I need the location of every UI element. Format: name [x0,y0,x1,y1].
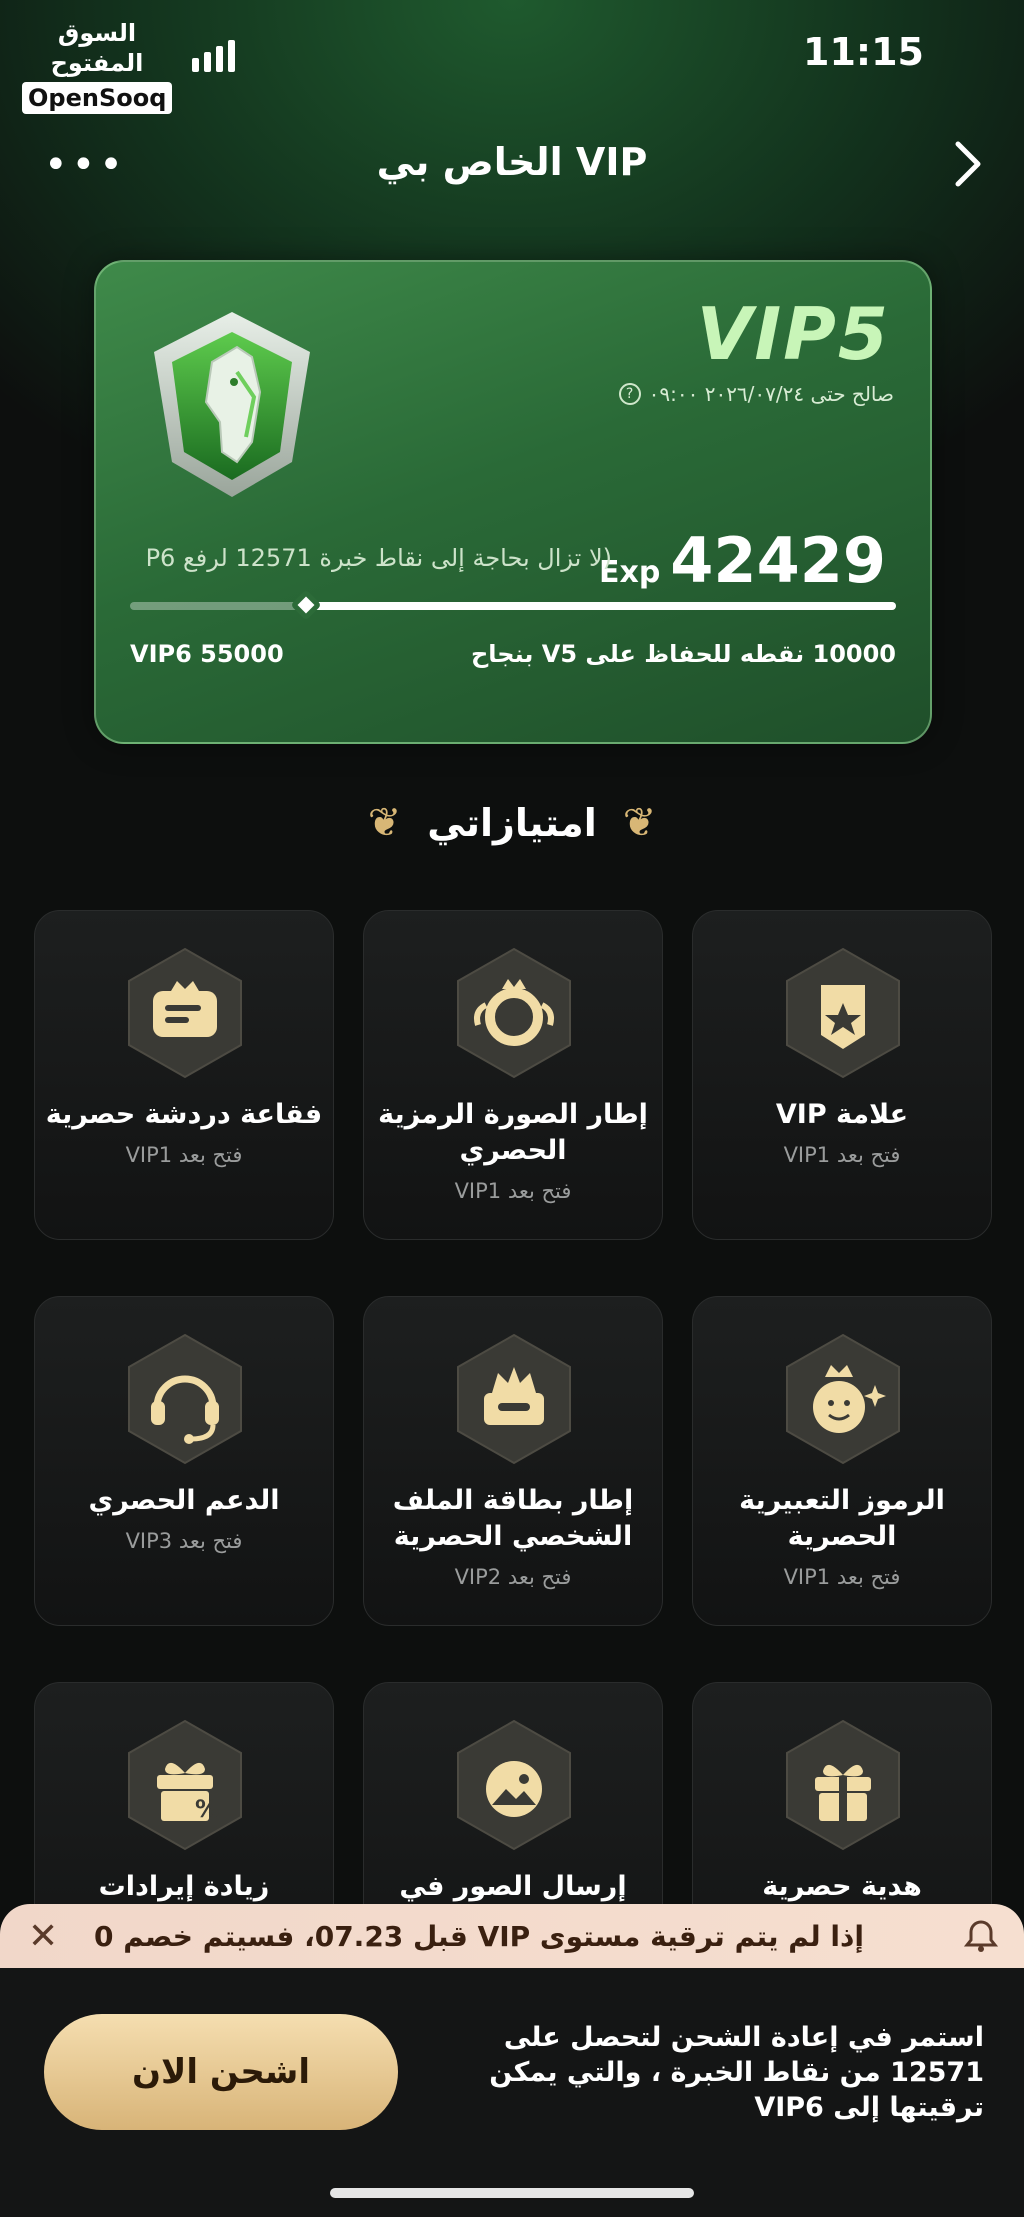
vip-level: VIP5 [696,292,890,376]
image-send-icon [457,1719,571,1851]
svg-text:%: % [195,1795,219,1823]
opensooq-watermark: السوق المفتوح OpenSooq [22,18,173,114]
progress-handle [290,589,322,621]
exp-row: Exp 42429 [599,524,886,597]
promo-banner: ✕ إذا لم يتم ترقية مستوى VIP قبل 07.23، … [0,1904,1024,1968]
promo-text: إذا لم يتم ترقية مستوى VIP قبل 07.23، فس… [93,1920,864,1953]
status-bar: السوق المفتوح OpenSooq 11:15 [0,0,1024,114]
exp-note: (لا تزال بحاجة إلى نقاط خبرة 12571 لرفع … [145,544,612,572]
gift-percent-icon: % [128,1719,242,1851]
privilege-unlock: فتح بعد VIP1 [454,1179,572,1203]
privilege-tile[interactable]: الرموز التعبيرية الحصرية فتح بعد VIP1 [692,1296,992,1626]
back-chevron-icon[interactable] [952,140,984,188]
privilege-title: إرسال الصور في [399,1871,627,1902]
chat-bubble-icon [128,947,242,1079]
bell-icon [964,1920,998,1952]
privilege-title: إطار الصورة الرمزية الحصري [378,1099,648,1166]
nav-bar: ••• VIP الخاص بي [0,130,1024,200]
privilege-unlock: فتح بعد VIP1 [125,1143,243,1167]
vip-progress-bar [130,589,896,621]
exp-value: 42429 [670,524,886,597]
emoji-crown-icon [786,1333,900,1465]
vip-validity: صالح حتى ٢٠٢٦/٠٧/٢٤ ٠٩:٠٠ ? [618,382,894,406]
privilege-tile[interactable]: علامة VIP فتح بعد VIP1 [692,910,992,1240]
profile-card-frame-icon [457,1333,571,1465]
watermark-english: OpenSooq [22,82,173,114]
privilege-tile[interactable]: فقاعة دردشة حصرية فتح بعد VIP1 [34,910,334,1240]
privilege-tile[interactable]: الدعم الحصري فتح بعد VIP3 [34,1296,334,1626]
avatar-frame-icon [457,947,571,1079]
recharge-now-button[interactable]: اشحن الان [44,2014,398,2130]
home-indicator[interactable] [330,2188,694,2198]
recharge-panel: استمر في إعادة الشحن لتحصل على 12571 من … [0,1968,1024,2217]
privilege-unlock: فتح بعد VIP1 [783,1143,901,1167]
privilege-title: فقاعة دردشة حصرية [45,1099,323,1130]
laurel-right-icon: ❦ [622,800,657,846]
privilege-unlock: فتح بعد VIP2 [454,1565,572,1589]
vip-horse-badge-icon [154,312,310,497]
headset-icon [128,1333,242,1465]
validity-text: صالح حتى ٢٠٢٦/٠٧/٢٤ ٠٩:٠٠ [648,382,894,406]
privilege-title: زيادة إيرادات [98,1871,270,1902]
privilege-title: إطار بطاقة الملف الشخصي الحصرية [392,1485,634,1552]
maintain-requirement: 10000 نقطه للحفاظ على V5 بنجاح [471,640,896,668]
status-time: 11:15 [803,30,924,74]
progress-fill [306,602,896,610]
privilege-title: علامة VIP [775,1099,909,1130]
privilege-tile[interactable]: إطار بطاقة الملف الشخصي الحصرية فتح بعد … [363,1296,663,1626]
privilege-title: هدية حصرية [762,1871,922,1902]
privilege-tile[interactable]: إطار الصورة الرمزية الحصري فتح بعد VIP1 [363,910,663,1240]
gift-icon [786,1719,900,1851]
privilege-unlock: فتح بعد VIP3 [125,1529,243,1553]
vip-status-card: VIP5 صالح حتى ٢٠٢٦/٠٧/٢٤ ٠٩:٠٠ ? Exp 424… [94,260,932,744]
next-level-target: VIP6 55000 [130,640,284,668]
privileges-title: امتيازاتي [427,801,597,845]
close-icon[interactable]: ✕ [28,1916,58,1957]
exp-note-wrap: (لا تزال بحاجة إلى نقاط خبرة 12571 لرفع … [142,544,612,572]
watermark-arabic: السوق المفتوح [50,19,144,77]
laurel-left-icon: ❦ [367,800,402,846]
recharge-message: استمر في إعادة الشحن لتحصل على 12571 من … [489,2022,984,2123]
signal-icon [192,40,235,72]
privilege-title: الرموز التعبيرية الحصرية [739,1485,945,1552]
page-title: VIP الخاص بي [376,140,648,184]
privilege-unlock: فتح بعد VIP1 [783,1565,901,1589]
badge-star-icon [786,947,900,1079]
privileges-header: ❦ امتيازاتي ❦ [0,800,1024,846]
privilege-title: الدعم الحصري [88,1485,280,1516]
help-icon[interactable]: ? [618,383,641,405]
